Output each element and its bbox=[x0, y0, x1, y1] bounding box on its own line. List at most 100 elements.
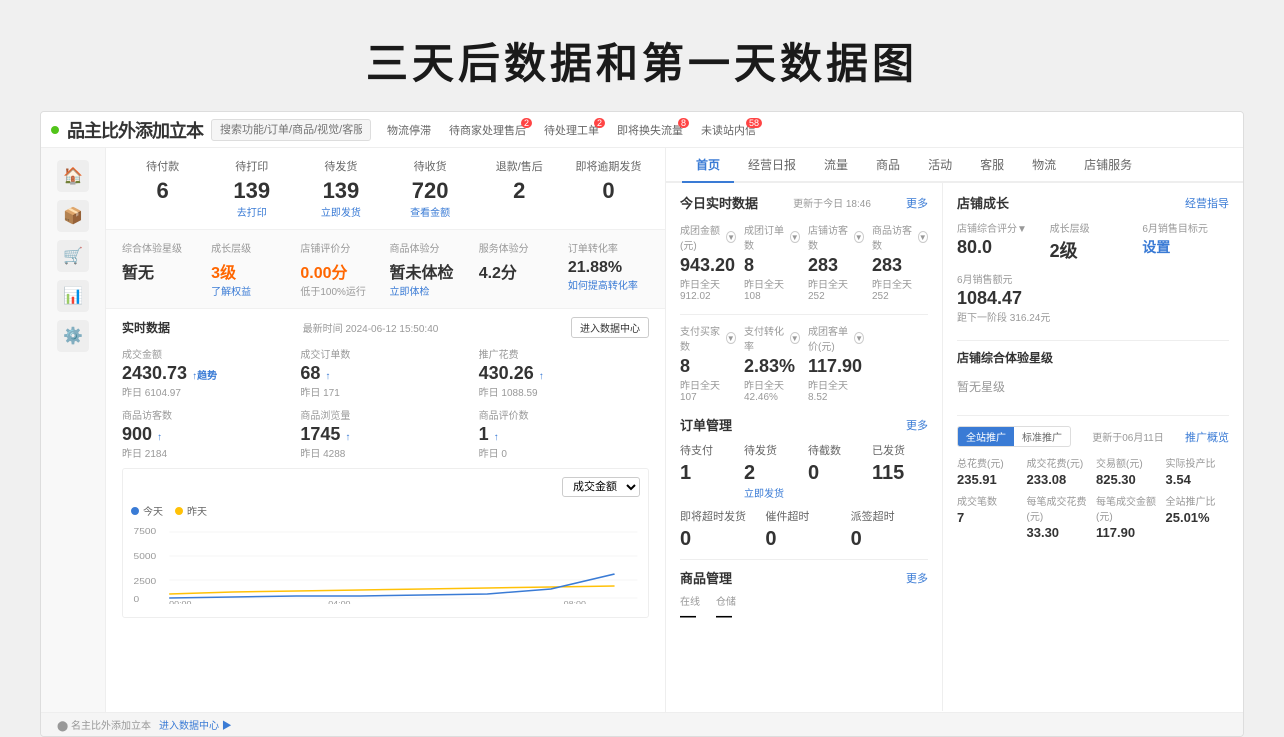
sidebar-icon-2[interactable]: 📦 bbox=[57, 200, 89, 232]
cell-chengtuan-dingdan: 成团订单数 ▼ 8 昨日全天 108 bbox=[744, 222, 800, 302]
stat-daifahuo: 待发货 139 立即发货 bbox=[300, 158, 381, 219]
info-icon-1[interactable]: ▼ bbox=[726, 231, 736, 243]
svg-text:7500: 7500 bbox=[134, 527, 157, 536]
promo-tabs: 全站推广 标准推广 bbox=[957, 426, 1071, 447]
sidebar-icon-1[interactable]: 🏠 bbox=[57, 160, 89, 192]
today-header: 今日实时数据 更新于今日 18:46 更多 bbox=[680, 193, 928, 212]
cell-unit-price: 成团客单价(元) ▼ 117.90 昨日全天 8.52 bbox=[808, 323, 864, 403]
bottom-bar-text: ⬤ 名主比外添加立本 bbox=[57, 717, 151, 732]
info-icon-5[interactable]: ▼ bbox=[726, 332, 737, 344]
tab-products[interactable]: 商品 bbox=[862, 148, 914, 183]
info-icon-2[interactable]: ▼ bbox=[790, 231, 801, 243]
order-waiting-ship: 待发货 2 立即发货 bbox=[744, 442, 800, 500]
promo-deal-amount: 交易额(元) 825.30 bbox=[1096, 455, 1160, 487]
promo-total-cost: 总花费(元) 235.91 bbox=[957, 455, 1021, 487]
tab-daily[interactable]: 经营日报 bbox=[734, 148, 810, 183]
cell-chengtuan-jiine: 成团金额(元) ▼ 943.20 昨日全天 912.02 bbox=[680, 222, 736, 302]
rating-comprehensive: 综合体验星级 暂无 bbox=[122, 240, 203, 298]
main-content: 🏠 📦 🛒 📊 ⚙️ 待付款 6 待打印 139 去打印 bbox=[41, 148, 1243, 712]
info-icon-7[interactable]: ▼ bbox=[854, 332, 864, 344]
growth-level: 成长层级 2级 bbox=[1050, 220, 1137, 263]
order-more-link[interactable]: 更多 bbox=[906, 417, 928, 433]
legend-today-dot bbox=[131, 507, 139, 515]
legend-yesterday-dot bbox=[175, 507, 183, 515]
tab-nav: 首页 经营日报 流量 商品 活动 客服 物流 店铺服务 bbox=[666, 148, 1243, 183]
svg-text:00:00: 00:00 bbox=[169, 600, 192, 604]
stat-daishouhuo: 待收货 720 查看金额 bbox=[390, 158, 471, 219]
today-more-link[interactable]: 更多 bbox=[906, 195, 928, 211]
cell-shop-visitors: 店铺访客数 ▼ 283 昨日全天 252 bbox=[808, 222, 864, 302]
metric-amount: 成交金额 2430.73 ↑趋势 昨日 6104.97 bbox=[122, 346, 292, 399]
tab-activities[interactable]: 活动 bbox=[914, 148, 966, 183]
right-panel: 首页 经营日报 流量 商品 活动 客服 物流 店铺服务 今日实时数据 更新于今日… bbox=[666, 148, 1243, 712]
rating-product-score: 商品体验分 暂未体检 立即体检 bbox=[390, 240, 471, 298]
promo-deal-cost: 成交花费(元) 233.08 bbox=[1027, 455, 1091, 487]
search-input[interactable] bbox=[211, 119, 371, 141]
nav-zhanneixin[interactable]: 未读站内信58 bbox=[693, 120, 764, 140]
growth-sales: 6月销售额元 1084.47 距下一阶段 316.24元 bbox=[957, 271, 1229, 324]
promo-overview-link[interactable]: 推广概览 bbox=[1185, 429, 1229, 445]
product-warehouse: 仓储 — bbox=[716, 593, 736, 626]
tab-shop-service[interactable]: 店铺服务 bbox=[1070, 148, 1146, 183]
shop-experience-value: 暂无星级 bbox=[957, 370, 1229, 403]
info-icon-3[interactable]: ▼ bbox=[854, 231, 865, 243]
promo-amount-per-deal: 每笔成交金额(元) 117.90 bbox=[1096, 493, 1160, 540]
rating-row: 综合体验星级 暂无 成长层级 3级 了解权益 店铺评价分 0.00分 低于100… bbox=[106, 230, 665, 309]
sidebar-icon-3[interactable]: 🛒 bbox=[57, 240, 89, 272]
sidebar-icon-5[interactable]: ⚙️ bbox=[57, 320, 89, 352]
svg-text:0: 0 bbox=[134, 595, 140, 604]
nav-wuliu[interactable]: 物流停滞 bbox=[379, 120, 439, 140]
left-panel: 待付款 6 待打印 139 去打印 待发货 139 立即发货 待收货 720 bbox=[106, 148, 666, 712]
logo: 品主比外添加立本 bbox=[67, 117, 203, 143]
product-items: 在线 — 仓储 — bbox=[680, 593, 928, 626]
promo-roi: 实际投产比 3.54 bbox=[1166, 455, 1230, 487]
product-section: 商品管理 更多 在线 — 仓储 — bbox=[680, 559, 928, 626]
promo-ratio: 全站推广比 25.01% bbox=[1166, 493, 1230, 540]
stats-row: 待付款 6 待打印 139 去打印 待发货 139 立即发货 待收货 720 bbox=[106, 148, 665, 230]
sidebar-icon-4[interactable]: 📊 bbox=[57, 280, 89, 312]
promo-tab-standard[interactable]: 标准推广 bbox=[1014, 427, 1070, 446]
chart-type-select[interactable]: 成交金额 bbox=[562, 477, 640, 497]
promo-row1: 总花费(元) 235.91 成交花费(元) 233.08 交易额(元) 825.… bbox=[957, 455, 1229, 487]
metrics-grid: 成交金额 2430.73 ↑趋势 昨日 6104.97 成交订单数 68 ↑ 昨… bbox=[122, 346, 649, 460]
order-section: 订单管理 更多 待支付 1 待发货 2 立即发货 bbox=[680, 415, 928, 551]
right-sidebar: 店铺成长 经营指导 店铺综合评分▼ 80.0 成长层级 2级 bbox=[943, 183, 1243, 711]
promo-update-time: 更新于06月11日 bbox=[1092, 429, 1164, 444]
tab-service[interactable]: 客服 bbox=[966, 148, 1018, 183]
chart-selector: 成交金额 bbox=[131, 477, 640, 497]
nav-items: 物流停滞 待商家处理售后2 待处理工单2 即将换失流量8 未读站内信58 bbox=[379, 120, 1233, 140]
product-more-link[interactable]: 更多 bbox=[906, 570, 928, 586]
tab-traffic[interactable]: 流量 bbox=[810, 148, 862, 183]
shop-growth-title: 店铺成长 bbox=[957, 193, 1009, 212]
nav-shouhou[interactable]: 待商家处理售后2 bbox=[441, 120, 534, 140]
metric-promo: 推广花费 430.26 ↑ 昨日 1088.59 bbox=[479, 346, 649, 399]
rating-shop-score: 店铺评价分 0.00分 低于100%运行 bbox=[300, 240, 381, 298]
rating-conversion: 订单转化率 21.88% 如何提高转化率 bbox=[568, 240, 649, 298]
chart-legend: 今天 昨天 bbox=[131, 503, 640, 518]
legend-yesterday: 昨天 bbox=[175, 503, 207, 518]
realtime-meta: 最新时间 2024-06-12 15:50:40 bbox=[303, 320, 439, 335]
shop-growth-link[interactable]: 经营指导 bbox=[1185, 195, 1229, 211]
promo-deal-count: 成交笔数 7 bbox=[957, 493, 1021, 540]
today-data-row1: 成团金额(元) ▼ 943.20 昨日全天 912.02 成团订单数 ▼ 8 昨… bbox=[680, 222, 928, 302]
nav-gongdan[interactable]: 待处理工单2 bbox=[536, 120, 607, 140]
info-icon-6[interactable]: ▼ bbox=[790, 332, 801, 344]
svg-text:5000: 5000 bbox=[134, 552, 157, 561]
tab-home[interactable]: 首页 bbox=[682, 148, 734, 183]
info-icon-4[interactable]: ▼ bbox=[918, 231, 929, 243]
metric-visitors: 商品访客数 900 ↑ 昨日 2184 bbox=[122, 407, 292, 460]
shop-experience: 店铺综合体验星级 暂无星级 bbox=[957, 340, 1229, 403]
tab-logistics[interactable]: 物流 bbox=[1018, 148, 1070, 183]
order-waiting-receive: 待截数 0 bbox=[808, 442, 864, 500]
realtime-section: 实时数据 最新时间 2024-06-12 15:50:40 进入数据中心 成交金… bbox=[106, 309, 665, 626]
enter-data-center[interactable]: 进入数据中心 bbox=[571, 317, 649, 338]
order-title: 订单管理 bbox=[680, 415, 732, 434]
stat-guoqi: 即将逾期发货 0 bbox=[568, 158, 649, 219]
promo-tab-all[interactable]: 全站推广 bbox=[958, 427, 1014, 446]
cell-empty bbox=[872, 323, 928, 403]
title-area: 三天后数据和第一天数据图 bbox=[0, 0, 1284, 111]
promo-header: 全站推广 标准推广 更新于06月11日 推广概览 bbox=[957, 426, 1229, 447]
rating-service-score: 服务体验分 4.2分 bbox=[479, 240, 560, 298]
nav-liuliang[interactable]: 即将换失流量8 bbox=[609, 120, 691, 140]
divider-1 bbox=[680, 314, 928, 315]
